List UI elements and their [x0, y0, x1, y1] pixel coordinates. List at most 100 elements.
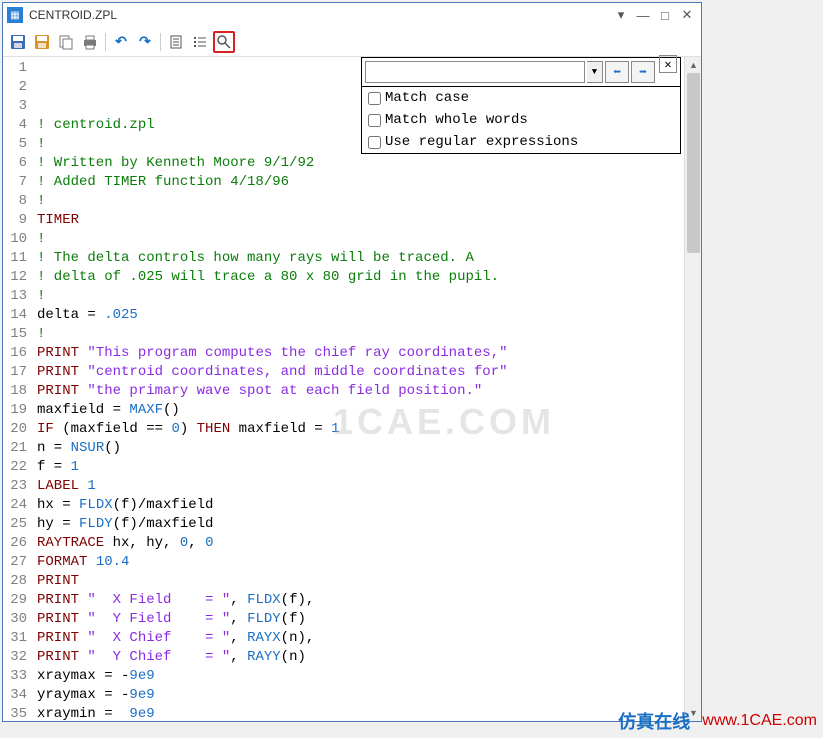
line-number: 17: [3, 363, 27, 382]
match-case-option[interactable]: Match case: [362, 87, 680, 109]
code-line[interactable]: PRINT " X Chief = ", RAYX(n),: [37, 629, 684, 648]
regex-option[interactable]: Use regular expressions: [362, 131, 680, 153]
copy-button[interactable]: [55, 31, 77, 53]
find-next-button[interactable]: ➡: [631, 61, 655, 83]
search-row: ▼ ⬅ ➡ ✕: [362, 58, 680, 86]
close-search-button[interactable]: ✕: [659, 55, 677, 73]
line-number: 35: [3, 705, 27, 721]
code-line[interactable]: IF (maxfield == 0) THEN maxfield = 1: [37, 420, 684, 439]
search-history-dropdown[interactable]: ▼: [587, 61, 603, 83]
titlebar: ▦ CENTROID.ZPL ▾ — □ ✕: [3, 3, 701, 27]
code-line[interactable]: ! Added TIMER function 4/18/96: [37, 173, 684, 192]
print-button[interactable]: [79, 31, 101, 53]
search-panel: ▼ ⬅ ➡ ✕ Match case Match whole words Use…: [361, 57, 681, 154]
footer-brand-cn: 仿真在线: [618, 708, 690, 734]
code-line[interactable]: PRINT " Y Field = ", FLDY(f): [37, 610, 684, 629]
line-number: 28: [3, 572, 27, 591]
footer-url: www.1CAE.com: [702, 712, 817, 730]
line-number: 26: [3, 534, 27, 553]
code-line[interactable]: PRINT "centroid coordinates, and middle …: [37, 363, 684, 382]
code-line[interactable]: ! Written by Kenneth Moore 9/1/92: [37, 154, 684, 173]
toolbar-separator: [105, 33, 106, 51]
line-gutter: 1234567891011121314151617181920212223242…: [3, 57, 33, 721]
save-icon: [10, 34, 26, 50]
code-line[interactable]: RAYTRACE hx, hy, 0, 0: [37, 534, 684, 553]
code-line[interactable]: FORMAT 10.4: [37, 553, 684, 572]
code-line[interactable]: f = 1: [37, 458, 684, 477]
line-number: 14: [3, 306, 27, 325]
dropdown-button[interactable]: ▾: [611, 6, 631, 24]
code-line[interactable]: n = NSUR(): [37, 439, 684, 458]
find-prev-button[interactable]: ⬅: [605, 61, 629, 83]
code-line[interactable]: hy = FLDY(f)/maxfield: [37, 515, 684, 534]
line-number: 30: [3, 610, 27, 629]
line-number: 1: [3, 59, 27, 78]
regex-label: Use regular expressions: [385, 134, 578, 150]
save-as-button[interactable]: [31, 31, 53, 53]
code-content[interactable]: 1CAE.COM ! centroid.zpl!! Written by Ken…: [33, 57, 684, 721]
line-number: 7: [3, 173, 27, 192]
code-line[interactable]: PRINT " X Field = ", FLDX(f),: [37, 591, 684, 610]
code-line[interactable]: !: [37, 325, 684, 344]
code-line[interactable]: TIMER: [37, 211, 684, 230]
code-line[interactable]: ! delta of .025 will trace a 80 x 80 gri…: [37, 268, 684, 287]
code-line[interactable]: PRINT "This program computes the chief r…: [37, 344, 684, 363]
uncomment-button[interactable]: [189, 31, 211, 53]
find-button[interactable]: [213, 31, 235, 53]
code-line[interactable]: ! The delta controls how many rays will …: [37, 249, 684, 268]
line-number: 15: [3, 325, 27, 344]
line-number: 33: [3, 667, 27, 686]
line-number: 6: [3, 154, 27, 173]
line-number: 22: [3, 458, 27, 477]
code-line[interactable]: hx = FLDX(f)/maxfield: [37, 496, 684, 515]
vertical-scrollbar[interactable]: ▲ ▼: [684, 57, 701, 721]
line-number: 16: [3, 344, 27, 363]
line-number: 31: [3, 629, 27, 648]
line-number: 2: [3, 78, 27, 97]
editor-area: 1234567891011121314151617181920212223242…: [3, 57, 701, 721]
code-line[interactable]: PRINT " Y Chief = ", RAYY(n): [37, 648, 684, 667]
code-line[interactable]: yraymax = -9e9: [37, 686, 684, 705]
minimize-button[interactable]: —: [633, 6, 653, 24]
line-number: 3: [3, 97, 27, 116]
line-number: 27: [3, 553, 27, 572]
toolbar-separator: [160, 33, 161, 51]
match-case-label: Match case: [385, 90, 469, 106]
code-line[interactable]: delta = .025: [37, 306, 684, 325]
code-line[interactable]: PRINT "the primary wave spot at each fie…: [37, 382, 684, 401]
line-number: 11: [3, 249, 27, 268]
scroll-thumb[interactable]: [687, 73, 700, 253]
code-line[interactable]: !: [37, 192, 684, 211]
match-case-checkbox[interactable]: [368, 92, 381, 105]
scroll-up-arrow[interactable]: ▲: [685, 57, 701, 73]
code-line[interactable]: !: [37, 230, 684, 249]
line-number: 9: [3, 211, 27, 230]
maximize-button[interactable]: □: [655, 6, 675, 24]
code-line[interactable]: !: [37, 287, 684, 306]
match-whole-label: Match whole words: [385, 112, 528, 128]
line-number: 5: [3, 135, 27, 154]
copy-icon: [58, 34, 74, 50]
code-line[interactable]: PRINT: [37, 572, 684, 591]
comment-icon: [168, 34, 184, 50]
line-number: 18: [3, 382, 27, 401]
code-line[interactable]: maxfield = MAXF(): [37, 401, 684, 420]
redo-button[interactable]: ↷: [134, 31, 156, 53]
save-as-icon: [34, 34, 50, 50]
line-number: 29: [3, 591, 27, 610]
search-icon: [216, 34, 232, 50]
line-number: 21: [3, 439, 27, 458]
code-line[interactable]: xraymin = 9e9: [37, 705, 684, 721]
code-line[interactable]: xraymax = -9e9: [37, 667, 684, 686]
save-button[interactable]: [7, 31, 29, 53]
match-whole-checkbox[interactable]: [368, 114, 381, 127]
comment-button[interactable]: [165, 31, 187, 53]
match-whole-option[interactable]: Match whole words: [362, 109, 680, 131]
undo-button[interactable]: ↶: [110, 31, 132, 53]
line-number: 23: [3, 477, 27, 496]
print-icon: [82, 34, 98, 50]
regex-checkbox[interactable]: [368, 136, 381, 149]
search-input[interactable]: [365, 61, 585, 83]
close-button[interactable]: ✕: [677, 6, 697, 24]
code-line[interactable]: LABEL 1: [37, 477, 684, 496]
